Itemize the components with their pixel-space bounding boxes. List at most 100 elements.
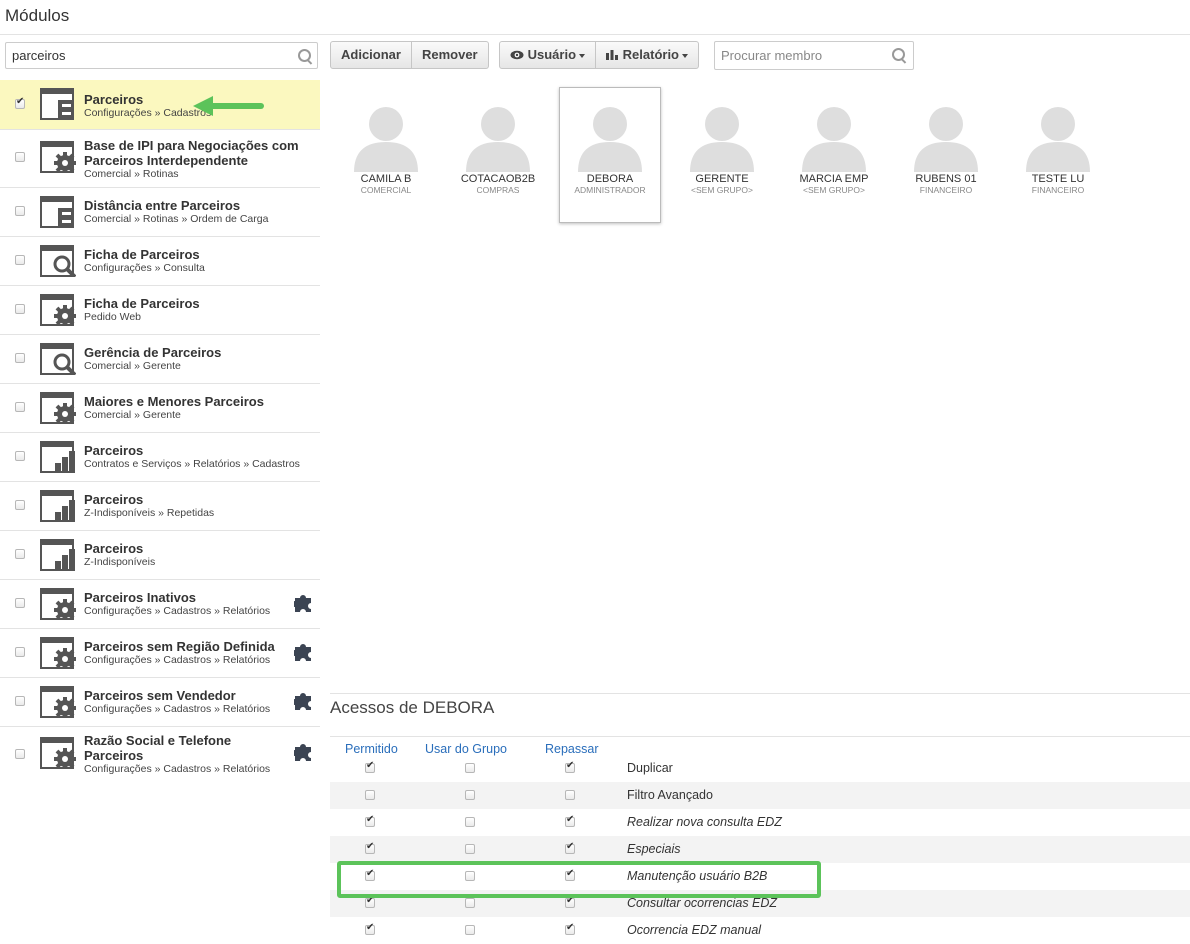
member-group: COMPRAS	[476, 185, 520, 195]
remove-button[interactable]: Remover	[410, 42, 488, 68]
allowed-checkbox[interactable]	[365, 841, 375, 854]
module-name: Distância entre Parceiros	[84, 198, 241, 213]
module-search-box[interactable]	[5, 42, 318, 69]
module-item[interactable]: Gerência de Parceiros Comercial » Gerent…	[0, 335, 320, 384]
allowed-checkbox[interactable]	[365, 760, 375, 773]
module-item[interactable]: Base de IPI para Negociações com Parceir…	[0, 130, 320, 188]
use-group-checkbox[interactable]	[465, 790, 475, 800]
module-item[interactable]: Ficha de Parceiros Pedido Web	[0, 286, 320, 335]
module-item[interactable]: Parceiros Contratos e Serviços » Relatór…	[0, 433, 320, 482]
member-search-input[interactable]	[715, 42, 892, 69]
gear-icon	[40, 294, 76, 326]
module-name: Ficha de Parceiros	[84, 296, 200, 311]
module-checkbox[interactable]	[15, 647, 25, 657]
module-path: Pedido Web	[84, 311, 142, 323]
use-group-checkbox[interactable]	[465, 763, 475, 773]
pass-on-checkbox[interactable]	[565, 841, 575, 854]
user-avatar-icon	[914, 107, 978, 172]
add-remove-group: Adicionar Remover	[330, 41, 489, 69]
member-group: ADMINISTRADOR	[574, 185, 646, 195]
annotation-arrow	[193, 96, 264, 116]
allowed-checkbox[interactable]	[365, 895, 375, 908]
add-button[interactable]: Adicionar	[331, 42, 411, 68]
member-group: <SEM GRUPO>	[691, 185, 753, 195]
report-dropdown-button[interactable]: Relatório	[595, 42, 698, 68]
module-checkbox[interactable]	[15, 500, 25, 510]
member-name: TESTE LU	[1031, 173, 1085, 185]
allowed-checkbox[interactable]	[365, 790, 375, 800]
module-item[interactable]: Parceiros Inativos Configurações » Cadas…	[0, 580, 320, 629]
allowed-checkbox[interactable]	[365, 814, 375, 827]
module-item[interactable]: Parceiros Configurações » Cadastros	[0, 80, 320, 130]
module-checkbox[interactable]	[15, 749, 25, 759]
module-path: Comercial » Gerente	[84, 409, 181, 421]
member-card-selected[interactable]: DEBORA ADMINISTRADOR	[559, 87, 661, 223]
puzzle-icon	[294, 595, 311, 612]
bar-chart-icon	[40, 539, 75, 571]
module-item[interactable]: Maiores e Menores Parceiros Comercial » …	[0, 384, 320, 433]
member-card[interactable]: GERENTE <SEM GRUPO>	[672, 88, 772, 222]
module-name: Parceiros	[84, 443, 144, 458]
module-checkbox[interactable]	[15, 152, 25, 162]
allowed-checkbox[interactable]	[365, 922, 375, 935]
module-name: Parceiros	[84, 492, 144, 507]
member-search-box[interactable]	[714, 41, 914, 70]
user-avatar-icon	[354, 107, 418, 172]
module-name: Parceiros sem Região Definida	[84, 639, 275, 654]
module-checkbox[interactable]	[15, 255, 25, 265]
pass-on-checkbox[interactable]	[565, 895, 575, 908]
header-allowed[interactable]: Permitido	[345, 742, 398, 756]
member-name: DEBORA	[586, 173, 634, 185]
user-avatar-icon	[466, 107, 530, 172]
bar-chart-icon	[606, 50, 619, 60]
module-item[interactable]: Ficha de Parceiros Configurações » Consu…	[0, 237, 320, 286]
member-card[interactable]: RUBENS 01 FINANCEIRO	[896, 88, 996, 222]
module-checkbox[interactable]	[15, 206, 25, 216]
module-checkbox[interactable]	[15, 549, 25, 559]
pass-on-checkbox[interactable]	[565, 790, 575, 800]
user-dropdown-button[interactable]: Usuário	[500, 42, 595, 68]
pass-on-checkbox[interactable]	[565, 760, 575, 773]
module-checkbox[interactable]	[15, 402, 25, 412]
use-group-checkbox[interactable]	[465, 817, 475, 827]
chevron-down-icon	[682, 53, 688, 58]
pass-on-checkbox[interactable]	[565, 922, 575, 935]
use-group-checkbox[interactable]	[465, 925, 475, 935]
use-group-checkbox[interactable]	[465, 898, 475, 908]
module-item[interactable]: Parceiros sem Região Definida Configuraç…	[0, 629, 320, 678]
module-path: Configurações » Cadastros » Relatórios	[84, 605, 271, 617]
module-checkbox[interactable]	[15, 451, 25, 461]
module-checkbox[interactable]	[15, 696, 25, 706]
module-search-input[interactable]	[6, 43, 288, 68]
page-title: Módulos	[5, 6, 70, 25]
search-icon[interactable]	[892, 48, 907, 64]
module-path: Configurações » Cadastros » Relatórios	[84, 703, 271, 715]
use-group-checkbox[interactable]	[465, 844, 475, 854]
module-checkbox[interactable]	[15, 353, 25, 363]
header-use-group[interactable]: Usar do Grupo	[425, 742, 507, 756]
member-name: RUBENS 01	[915, 173, 977, 185]
search-icon[interactable]	[298, 49, 313, 65]
magnifier-icon	[40, 245, 76, 277]
module-checkbox[interactable]	[15, 304, 25, 314]
module-item[interactable]: Parceiros sem Vendedor Configurações » C…	[0, 678, 320, 727]
module-checkbox[interactable]	[15, 598, 25, 608]
form-icon	[40, 196, 74, 228]
puzzle-icon	[294, 693, 311, 710]
access-row: Especiais	[330, 836, 1190, 863]
member-card[interactable]: COTACAOB2B COMPRAS	[448, 88, 548, 222]
user-avatar-icon	[1026, 107, 1090, 172]
header-pass-on[interactable]: Repassar	[545, 742, 599, 756]
member-card[interactable]: TESTE LU FINANCEIRO	[1008, 88, 1108, 222]
gear-icon	[40, 588, 76, 620]
pass-on-checkbox[interactable]	[565, 814, 575, 827]
module-item[interactable]: Parceiros Z-Indisponíveis	[0, 531, 320, 580]
module-item[interactable]: Parceiros Z-Indisponíveis » Repetidas	[0, 482, 320, 531]
report-dropdown-label: Relatório	[622, 47, 679, 62]
module-item[interactable]: Distância entre Parceiros Comercial » Ro…	[0, 188, 320, 237]
module-item[interactable]: Razão Social e Telefone Parceiros Config…	[0, 727, 320, 780]
member-card[interactable]: CAMILA B COMERCIAL	[336, 88, 436, 222]
member-card[interactable]: MARCIA EMP <SEM GRUPO>	[784, 88, 884, 222]
module-checkbox[interactable]	[15, 96, 25, 109]
module-name: Base de IPI para Negociações com Parceir…	[84, 138, 299, 168]
